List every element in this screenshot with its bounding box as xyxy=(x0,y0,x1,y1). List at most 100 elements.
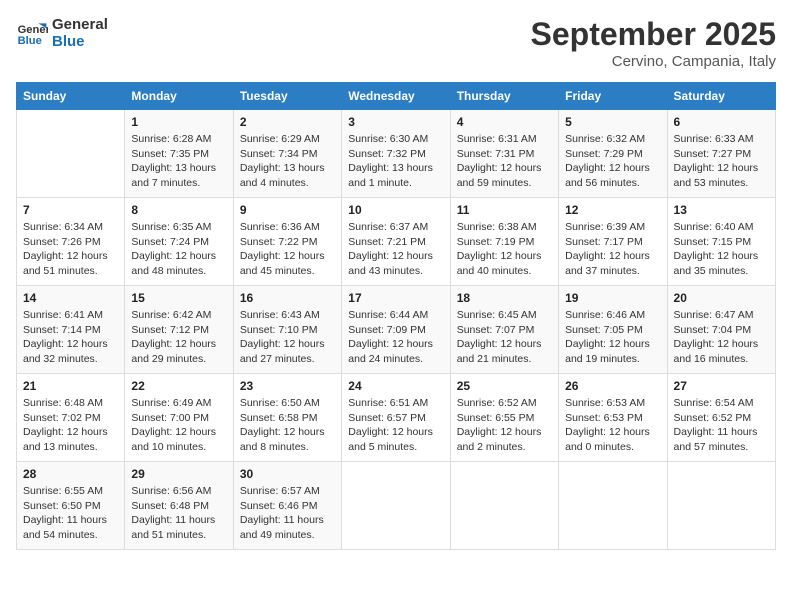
day-number: 1 xyxy=(131,115,226,129)
day-info: Sunrise: 6:34 AM Sunset: 7:26 PM Dayligh… xyxy=(23,220,118,279)
calendar-cell: 12 Sunrise: 6:39 AM Sunset: 7:17 PM Dayli… xyxy=(559,198,667,286)
calendar-cell: 27 Sunrise: 6:54 AM Sunset: 6:52 PM Dayli… xyxy=(667,374,775,462)
day-info: Sunrise: 6:55 AM Sunset: 6:50 PM Dayligh… xyxy=(23,484,118,543)
day-number: 4 xyxy=(457,115,552,129)
day-info: Sunrise: 6:46 AM Sunset: 7:05 PM Dayligh… xyxy=(565,308,660,367)
calendar-cell: 4 Sunrise: 6:31 AM Sunset: 7:31 PM Daylig… xyxy=(450,110,558,198)
day-info: Sunrise: 6:44 AM Sunset: 7:09 PM Dayligh… xyxy=(348,308,443,367)
weekday-header: Saturday xyxy=(667,83,775,110)
day-number: 29 xyxy=(131,467,226,481)
calendar-cell: 16 Sunrise: 6:43 AM Sunset: 7:10 PM Dayli… xyxy=(233,286,341,374)
day-number: 11 xyxy=(457,203,552,217)
logo-blue: Blue xyxy=(52,33,108,50)
day-info: Sunrise: 6:32 AM Sunset: 7:29 PM Dayligh… xyxy=(565,132,660,191)
calendar-cell: 17 Sunrise: 6:44 AM Sunset: 7:09 PM Dayli… xyxy=(342,286,450,374)
day-number: 18 xyxy=(457,291,552,305)
weekday-header: Tuesday xyxy=(233,83,341,110)
calendar-cell: 18 Sunrise: 6:45 AM Sunset: 7:07 PM Dayli… xyxy=(450,286,558,374)
calendar-cell: 28 Sunrise: 6:55 AM Sunset: 6:50 PM Dayli… xyxy=(17,462,125,550)
day-number: 23 xyxy=(240,379,335,393)
day-info: Sunrise: 6:45 AM Sunset: 7:07 PM Dayligh… xyxy=(457,308,552,367)
logo: General Blue General Blue xyxy=(16,16,108,50)
day-info: Sunrise: 6:53 AM Sunset: 6:53 PM Dayligh… xyxy=(565,396,660,455)
weekday-header: Friday xyxy=(559,83,667,110)
day-info: Sunrise: 6:31 AM Sunset: 7:31 PM Dayligh… xyxy=(457,132,552,191)
calendar-cell: 1 Sunrise: 6:28 AM Sunset: 7:35 PM Daylig… xyxy=(125,110,233,198)
day-info: Sunrise: 6:30 AM Sunset: 7:32 PM Dayligh… xyxy=(348,132,443,191)
calendar-cell: 30Sunrise: 6:57 AM Sunset: 6:46 PM Dayli… xyxy=(233,462,341,550)
day-info: Sunrise: 6:47 AM Sunset: 7:04 PM Dayligh… xyxy=(674,308,769,367)
page-header: General Blue General Blue September 2025… xyxy=(16,16,776,70)
day-info: Sunrise: 6:43 AM Sunset: 7:10 PM Dayligh… xyxy=(240,308,335,367)
calendar-cell: 2 Sunrise: 6:29 AM Sunset: 7:34 PM Daylig… xyxy=(233,110,341,198)
day-number: 7 xyxy=(23,203,118,217)
day-info: Sunrise: 6:33 AM Sunset: 7:27 PM Dayligh… xyxy=(674,132,769,191)
calendar-cell: 25Sunrise: 6:52 AM Sunset: 6:55 PM Dayli… xyxy=(450,374,558,462)
day-number: 9 xyxy=(240,203,335,217)
day-info: Sunrise: 6:41 AM Sunset: 7:14 PM Dayligh… xyxy=(23,308,118,367)
day-info: Sunrise: 6:49 AM Sunset: 7:00 PM Dayligh… xyxy=(131,396,226,455)
calendar-cell: 29 Sunrise: 6:56 AM Sunset: 6:48 PM Dayli… xyxy=(125,462,233,550)
calendar-cell xyxy=(559,462,667,550)
day-info: Sunrise: 6:38 AM Sunset: 7:19 PM Dayligh… xyxy=(457,220,552,279)
day-info: Sunrise: 6:39 AM Sunset: 7:17 PM Dayligh… xyxy=(565,220,660,279)
calendar-cell: 22 Sunrise: 6:49 AM Sunset: 7:00 PM Dayli… xyxy=(125,374,233,462)
day-info: Sunrise: 6:50 AM Sunset: 6:58 PM Dayligh… xyxy=(240,396,335,455)
day-number: 16 xyxy=(240,291,335,305)
calendar-cell: 5 Sunrise: 6:32 AM Sunset: 7:29 PM Daylig… xyxy=(559,110,667,198)
day-info: Sunrise: 6:48 AM Sunset: 7:02 PM Dayligh… xyxy=(23,396,118,455)
calendar-cell: 15Sunrise: 6:42 AM Sunset: 7:12 PM Dayli… xyxy=(125,286,233,374)
day-info: Sunrise: 6:36 AM Sunset: 7:22 PM Dayligh… xyxy=(240,220,335,279)
day-info: Sunrise: 6:40 AM Sunset: 7:15 PM Dayligh… xyxy=(674,220,769,279)
day-number: 21 xyxy=(23,379,118,393)
month-title: September 2025 xyxy=(531,16,776,53)
day-info: Sunrise: 6:56 AM Sunset: 6:48 PM Dayligh… xyxy=(131,484,226,543)
svg-text:Blue: Blue xyxy=(18,35,42,47)
weekday-header: Monday xyxy=(125,83,233,110)
day-number: 27 xyxy=(674,379,769,393)
calendar-cell: 9 Sunrise: 6:36 AM Sunset: 7:22 PM Daylig… xyxy=(233,198,341,286)
calendar-cell: 24Sunrise: 6:51 AM Sunset: 6:57 PM Dayli… xyxy=(342,374,450,462)
calendar-cell: 23 Sunrise: 6:50 AM Sunset: 6:58 PM Dayli… xyxy=(233,374,341,462)
calendar-week-row: 14Sunrise: 6:41 AM Sunset: 7:14 PM Dayli… xyxy=(17,286,776,374)
day-number: 12 xyxy=(565,203,660,217)
calendar-week-row: 21 Sunrise: 6:48 AM Sunset: 7:02 PM Dayli… xyxy=(17,374,776,462)
calendar-week-row: 28 Sunrise: 6:55 AM Sunset: 6:50 PM Dayli… xyxy=(17,462,776,550)
calendar-table: SundayMondayTuesdayWednesdayThursdayFrid… xyxy=(16,82,776,550)
day-info: Sunrise: 6:29 AM Sunset: 7:34 PM Dayligh… xyxy=(240,132,335,191)
weekday-header: Thursday xyxy=(450,83,558,110)
day-info: Sunrise: 6:57 AM Sunset: 6:46 PM Dayligh… xyxy=(240,484,335,543)
day-number: 2 xyxy=(240,115,335,129)
day-number: 28 xyxy=(23,467,118,481)
day-info: Sunrise: 6:51 AM Sunset: 6:57 PM Dayligh… xyxy=(348,396,443,455)
day-info: Sunrise: 6:54 AM Sunset: 6:52 PM Dayligh… xyxy=(674,396,769,455)
title-block: September 2025 Cervino, Campania, Italy xyxy=(531,16,776,70)
calendar-cell xyxy=(667,462,775,550)
location: Cervino, Campania, Italy xyxy=(531,53,776,70)
day-number: 5 xyxy=(565,115,660,129)
calendar-cell xyxy=(342,462,450,550)
logo-icon: General Blue xyxy=(16,17,48,49)
calendar-cell xyxy=(450,462,558,550)
calendar-cell: 13Sunrise: 6:40 AM Sunset: 7:15 PM Dayli… xyxy=(667,198,775,286)
calendar-cell: 8 Sunrise: 6:35 AM Sunset: 7:24 PM Daylig… xyxy=(125,198,233,286)
day-number: 6 xyxy=(674,115,769,129)
calendar-cell: 19Sunrise: 6:46 AM Sunset: 7:05 PM Dayli… xyxy=(559,286,667,374)
day-number: 25 xyxy=(457,379,552,393)
weekday-header-row: SundayMondayTuesdayWednesdayThursdayFrid… xyxy=(17,83,776,110)
calendar-cell: 6 Sunrise: 6:33 AM Sunset: 7:27 PM Daylig… xyxy=(667,110,775,198)
day-number: 22 xyxy=(131,379,226,393)
weekday-header: Wednesday xyxy=(342,83,450,110)
day-info: Sunrise: 6:28 AM Sunset: 7:35 PM Dayligh… xyxy=(131,132,226,191)
weekday-header: Sunday xyxy=(17,83,125,110)
logo-general: General xyxy=(52,16,108,33)
day-number: 15 xyxy=(131,291,226,305)
day-number: 10 xyxy=(348,203,443,217)
day-number: 8 xyxy=(131,203,226,217)
calendar-week-row: 7 Sunrise: 6:34 AM Sunset: 7:26 PM Daylig… xyxy=(17,198,776,286)
day-info: Sunrise: 6:35 AM Sunset: 7:24 PM Dayligh… xyxy=(131,220,226,279)
calendar-cell: 3Sunrise: 6:30 AM Sunset: 7:32 PM Daylig… xyxy=(342,110,450,198)
calendar-cell: 7 Sunrise: 6:34 AM Sunset: 7:26 PM Daylig… xyxy=(17,198,125,286)
day-number: 26 xyxy=(565,379,660,393)
day-number: 17 xyxy=(348,291,443,305)
